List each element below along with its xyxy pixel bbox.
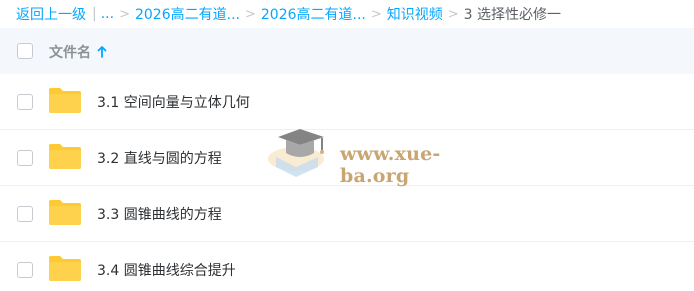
arrow-up-icon: [97, 46, 107, 58]
column-header-filename: 文件名: [49, 45, 91, 61]
file-list-header: 文件名: [0, 28, 694, 74]
breadcrumb-item[interactable]: 2026高二有道...: [261, 4, 366, 24]
chevron-right-icon: >: [447, 6, 459, 22]
file-name[interactable]: 3.4 圆锥曲线综合提升: [97, 260, 236, 280]
file-row[interactable]: 3.3 圆锥曲线的方程: [0, 186, 694, 242]
file-row[interactable]: 3.2 直线与圆的方程: [0, 130, 694, 186]
breadcrumb-divider: |: [92, 6, 97, 22]
folder-icon: [49, 144, 81, 169]
breadcrumb-item[interactable]: 知识视频: [387, 4, 443, 24]
file-name[interactable]: 3.1 空间向量与立体几何: [97, 92, 250, 112]
select-all-checkbox[interactable]: [17, 43, 33, 59]
breadcrumb-ellipsis[interactable]: ...: [101, 6, 114, 22]
breadcrumb-item[interactable]: 2026高二有道...: [135, 4, 240, 24]
breadcrumb: 返回上一级 | ... > 2026高二有道... > 2026高二有道... …: [0, 0, 694, 28]
breadcrumb-current: 3 选择性必修一: [463, 7, 562, 23]
row-checkbox[interactable]: [17, 94, 33, 110]
folder-icon: [49, 256, 81, 281]
file-name[interactable]: 3.2 直线与圆的方程: [97, 148, 222, 168]
row-checkbox[interactable]: [17, 206, 33, 222]
sort-by-filename[interactable]: 文件名: [49, 42, 107, 62]
chevron-right-icon: >: [244, 6, 256, 22]
row-checkbox[interactable]: [17, 262, 33, 278]
row-checkbox[interactable]: [17, 150, 33, 166]
file-name[interactable]: 3.3 圆锥曲线的方程: [97, 204, 222, 224]
chevron-right-icon: >: [119, 6, 130, 22]
file-row[interactable]: 3.1 空间向量与立体几何: [0, 74, 694, 130]
folder-icon: [49, 88, 81, 113]
folder-icon: [49, 200, 81, 225]
back-link[interactable]: 返回上一级: [16, 4, 86, 24]
chevron-right-icon: >: [370, 6, 382, 22]
file-row[interactable]: 3.4 圆锥曲线综合提升: [0, 242, 694, 291]
